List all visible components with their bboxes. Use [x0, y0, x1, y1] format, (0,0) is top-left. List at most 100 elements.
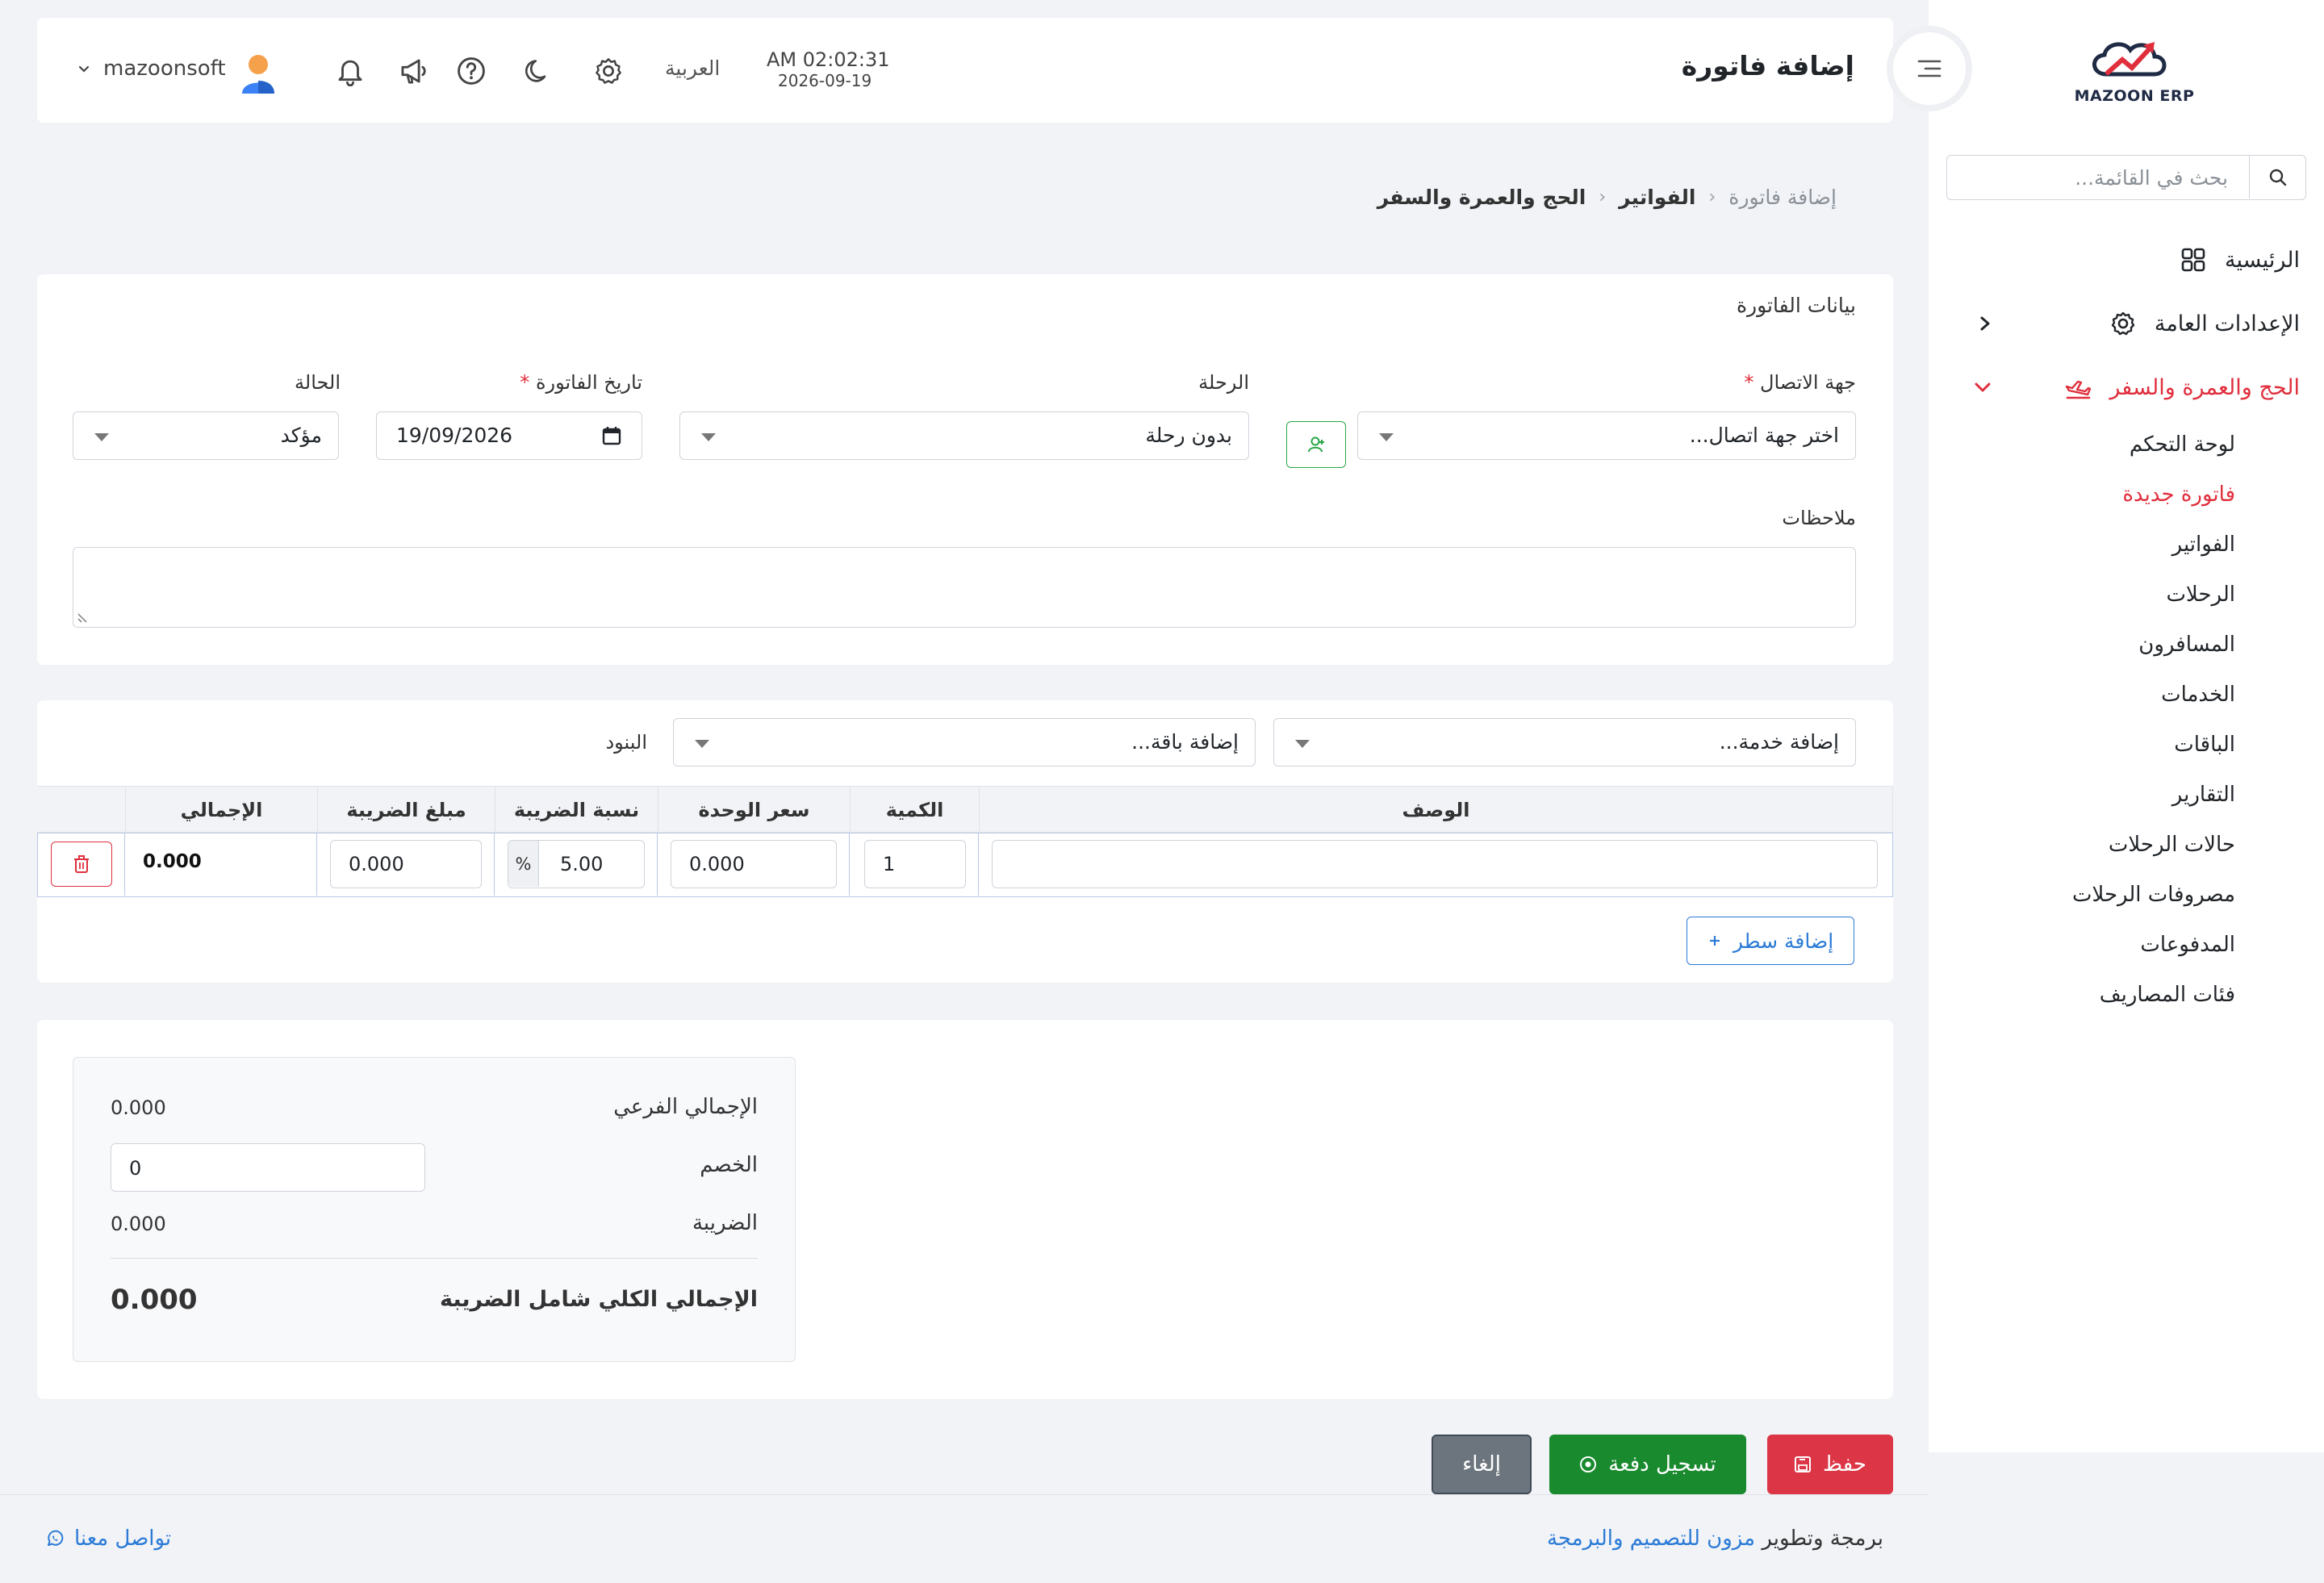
column-header-description: الوصف [980, 787, 1893, 833]
invoice-date-label-text: تاريخ الفاتورة [535, 371, 642, 394]
subtotal-label: الإجمالي الفرعي [613, 1095, 758, 1119]
footer-divider [0, 1494, 1929, 1495]
record-payment-label: تسجيل دفعة [1608, 1452, 1716, 1476]
unit-price-input[interactable]: 0.000 [671, 840, 837, 888]
tax-amount-input[interactable]: 0.000 [330, 840, 482, 888]
invoice-date-label: تاريخ الفاتورة * [520, 371, 642, 394]
contact-us-label: تواصل معنا [74, 1527, 172, 1551]
chevron-down-icon[interactable] [1974, 381, 1992, 394]
contact-select[interactable]: اختر جهة اتصال... [1357, 411, 1856, 460]
contact-select-value: اختر جهة اتصال... [1689, 424, 1839, 447]
caret-down-icon [695, 740, 709, 748]
language-switch[interactable]: العربية [665, 56, 720, 80]
contact-us-link[interactable]: تواصل معنا [45, 1527, 171, 1551]
calendar-icon[interactable] [601, 425, 622, 446]
tax-amount-cell: 0.000 [317, 833, 495, 896]
sidebar-subitem-trip-expenses[interactable]: مصروفات الرحلات [2072, 883, 2235, 907]
sidebar-subitem-trips[interactable]: الرحلات [2166, 583, 2235, 607]
column-header-tax-amount: مبلغ الضريبة [318, 787, 495, 833]
bell-icon[interactable] [331, 52, 370, 90]
add-service-value: إضافة خدمة... [1719, 730, 1839, 754]
settings-gear-icon[interactable] [589, 52, 628, 90]
add-contact-button[interactable] [1286, 421, 1346, 468]
discount-input[interactable]: 0 [111, 1143, 425, 1192]
sidebar-search[interactable]: بحث في القائمة... [1946, 155, 2306, 200]
description-input[interactable] [992, 840, 1878, 888]
sidebar-search-placeholder: بحث في القائمة... [2075, 166, 2228, 190]
status-select[interactable]: مؤكد [73, 411, 339, 460]
save-label: حفظ [1823, 1452, 1866, 1476]
sidebar: MAZOON ERP بحث في القائمة... الرئيسية ال… [1929, 0, 2324, 1452]
required-mark: * [520, 371, 530, 394]
add-package-select[interactable]: إضافة باقة... [673, 718, 1256, 766]
discount-value: 0 [129, 1157, 142, 1180]
row-total-value: 0.000 [143, 851, 202, 872]
megaphone-icon[interactable] [394, 52, 433, 90]
gear-icon [2109, 310, 2137, 337]
sidebar-subitem-reports[interactable]: التقارير [2172, 783, 2235, 807]
tax-rate-input[interactable]: % 5.00 [508, 840, 645, 888]
grid-icon [2180, 246, 2207, 274]
sidebar-subitem-expense-categories[interactable]: فئات المصاريف [2100, 983, 2235, 1007]
record-payment-button[interactable]: تسجيل دفعة [1549, 1435, 1746, 1494]
delete-row-button[interactable] [51, 842, 112, 887]
trash-icon [74, 855, 89, 873]
clock-date: 2026-09-19 [778, 71, 872, 90]
status-select-value: مؤكد [280, 424, 322, 447]
help-icon[interactable] [452, 52, 491, 90]
breadcrumb-item-invoices[interactable]: الفواتير [1619, 186, 1695, 209]
save-button[interactable]: حفظ [1767, 1435, 1893, 1494]
username[interactable]: mazoonsoft [103, 56, 226, 81]
sidebar-subitem-travelers[interactable]: المسافرون [2138, 633, 2235, 657]
column-header-unit-price: سعر الوحدة [658, 787, 851, 833]
sidebar-item-general-settings[interactable]: الإعدادات العامة [2109, 303, 2300, 344]
column-header-actions [37, 787, 126, 833]
column-header-quantity: الكمية [851, 787, 980, 833]
invoice-date-value: 19/09/2026 [396, 424, 513, 447]
whatsapp-icon [45, 1529, 65, 1548]
trip-select[interactable]: بدون رحلة [679, 411, 1249, 460]
notes-label: ملاحظات [1782, 507, 1856, 529]
sidebar-toggle-button[interactable] [1893, 32, 1966, 105]
invoice-date-input[interactable]: 19/09/2026 [376, 411, 642, 460]
description-cell [979, 833, 1892, 896]
required-mark: * [1744, 371, 1754, 394]
footer-credit-link[interactable]: مزون للتصميم والبرمجة [1547, 1527, 1755, 1551]
notes-textarea[interactable] [73, 547, 1856, 628]
quantity-input[interactable]: 1 [864, 840, 966, 888]
sidebar-subitem-packages[interactable]: الباقات [2174, 733, 2235, 757]
trip-label: الرحلة [1198, 371, 1249, 394]
items-table-header: الوصف الكمية سعر الوحدة نسبة الضريبة مبل… [37, 786, 1893, 833]
sidebar-subitem-invoices[interactable]: الفواتير [2172, 533, 2235, 557]
moon-icon[interactable] [518, 52, 557, 90]
app-logo[interactable]: MAZOON ERP [2074, 32, 2195, 113]
plus-icon [1707, 934, 1722, 948]
breadcrumb-item-current: إضافة فاتورة [1728, 186, 1837, 209]
tax-rate-value: 5.00 [560, 853, 604, 875]
avatar[interactable] [237, 52, 279, 95]
add-service-select[interactable]: إضافة خدمة... [1273, 718, 1856, 766]
menu-toggle-icon [1917, 60, 1942, 77]
caret-down-icon [1379, 433, 1394, 441]
chevron-left-icon[interactable] [1977, 315, 1993, 332]
search-icon[interactable] [2249, 156, 2305, 198]
cancel-button[interactable]: إلغاء [1432, 1435, 1532, 1494]
chevron-down-icon[interactable] [77, 65, 90, 74]
items-label: البنود [605, 731, 647, 754]
breadcrumb-item-hajj-travel[interactable]: الحج والعمرة والسفر [1377, 186, 1586, 209]
save-icon [1794, 1456, 1812, 1473]
sidebar-subitem-payments[interactable]: المدفوعات [2140, 933, 2235, 957]
sidebar-subitem-new-invoice[interactable]: فاتورة جديدة [2122, 482, 2235, 507]
resize-handle-icon[interactable] [77, 611, 90, 624]
caret-down-icon [701, 433, 716, 441]
trip-select-value: بدون رحلة [1145, 424, 1232, 447]
sidebar-subitem-dashboard[interactable]: لوحة التحكم [2130, 432, 2235, 457]
contact-label: جهة الاتصال * [1744, 371, 1856, 394]
breadcrumb: الحج والعمرة والسفر ‹ الفواتير ‹ إضافة ف… [1377, 186, 1837, 209]
add-row-button[interactable]: إضافة سطر [1687, 917, 1854, 965]
sidebar-subitem-trip-statuses[interactable]: حالات الرحلات [2109, 833, 2235, 857]
sidebar-item-hajj-travel[interactable]: الحج والعمرة والسفر [2064, 367, 2300, 407]
sidebar-subitem-services[interactable]: الخدمات [2161, 683, 2235, 707]
tax-rate-cell: % 5.00 [495, 833, 658, 896]
sidebar-item-home[interactable]: الرئيسية [2180, 240, 2300, 280]
